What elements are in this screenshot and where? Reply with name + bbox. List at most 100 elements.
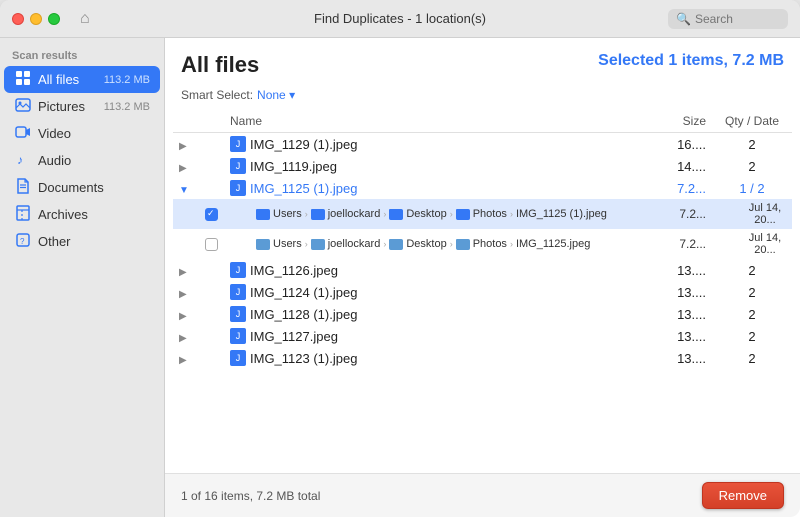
file-size: 16.... xyxy=(632,133,712,156)
archives-label: Archives xyxy=(38,207,150,222)
expand-icon[interactable]: ▼ xyxy=(179,185,189,196)
file-icon: J xyxy=(230,306,246,322)
file-qty: 2 xyxy=(712,281,792,303)
table-row[interactable]: ▶ J IMG_1129 (1).jpeg 16.... 2 xyxy=(173,133,792,156)
file-name: IMG_1127.jpeg xyxy=(250,329,338,344)
file-icon: J xyxy=(230,350,246,366)
file-size: 7.2... xyxy=(632,177,712,199)
file-name: IMG_1126.jpeg xyxy=(250,263,338,278)
minimize-button[interactable] xyxy=(30,13,42,25)
file-name: IMG_1125 (1).jpeg xyxy=(250,181,357,196)
table-row[interactable]: ▼ J IMG_1125 (1).jpeg 7.2... 1 / 2 xyxy=(173,177,792,199)
folder-icon xyxy=(256,239,270,250)
content-title-group: All files xyxy=(181,52,259,78)
path-segment: Users xyxy=(273,208,302,220)
col-name-header: Name xyxy=(224,110,632,133)
selected-info: Selected 1 items, 7.2 MB xyxy=(598,52,784,70)
traffic-lights xyxy=(12,13,60,25)
table-row[interactable]: ▶ J IMG_1127.jpeg 13.... 2 xyxy=(173,325,792,347)
row-checkbox[interactable] xyxy=(205,238,218,251)
path-separator: › xyxy=(450,209,453,219)
footer-info: 1 of 16 items, 7.2 MB total xyxy=(181,489,320,503)
close-button[interactable] xyxy=(12,13,24,25)
file-date: Jul 14, 20... xyxy=(712,199,792,229)
documents-icon xyxy=(14,178,32,197)
pictures-icon xyxy=(14,97,32,116)
file-table: Name Size Qty / Date ▶ J IMG_1129 (1).jp… xyxy=(173,110,792,369)
smart-select-dropdown[interactable]: None ▾ xyxy=(257,88,295,102)
home-icon[interactable]: ⌂ xyxy=(80,10,90,28)
folder-icon xyxy=(311,239,325,250)
path-separator: › xyxy=(450,239,453,249)
sidebar-item-documents[interactable]: Documents xyxy=(4,174,160,201)
file-name: IMG_1123 (1).jpeg xyxy=(250,351,357,366)
expand-icon[interactable]: ▶ xyxy=(179,333,187,344)
file-qty: 2 xyxy=(712,325,792,347)
folder-icon xyxy=(456,239,470,250)
audio-label: Audio xyxy=(38,153,150,168)
file-qty: 2 xyxy=(712,259,792,281)
file-size: 13.... xyxy=(632,259,712,281)
file-size: 14.... xyxy=(632,155,712,177)
search-box[interactable]: 🔍 xyxy=(668,9,788,29)
file-qty: 2 xyxy=(712,303,792,325)
file-name: IMG_1119.jpeg xyxy=(250,159,337,174)
pictures-label: Pictures xyxy=(38,99,98,114)
path-segment: Users xyxy=(273,238,302,250)
path-separator: › xyxy=(383,209,386,219)
file-size: 13.... xyxy=(632,347,712,369)
file-date: Jul 14, 20... xyxy=(712,229,792,259)
table-row[interactable]: ▶ J IMG_1126.jpeg 13.... 2 xyxy=(173,259,792,281)
file-icon: J xyxy=(230,262,246,278)
row-checkbox[interactable] xyxy=(205,208,218,221)
remove-button[interactable]: Remove xyxy=(702,482,784,509)
sidebar-item-pictures[interactable]: Pictures 113.2 MB xyxy=(4,93,160,120)
chevron-down-icon: ▾ xyxy=(289,88,295,102)
all-files-icon xyxy=(14,70,32,89)
expand-icon[interactable]: ▶ xyxy=(179,355,187,366)
path-separator: › xyxy=(305,239,308,249)
file-size: 13.... xyxy=(632,281,712,303)
sidebar-item-archives[interactable]: Archives xyxy=(4,201,160,228)
window-title: Find Duplicates - 1 location(s) xyxy=(314,11,486,26)
main-layout: Scan results All files 113.2 MB Pictures… xyxy=(0,38,800,517)
file-icon: J xyxy=(230,284,246,300)
file-size: 7.2... xyxy=(632,199,712,229)
file-size: 13.... xyxy=(632,325,712,347)
table-row[interactable]: ▶ J IMG_1128 (1).jpeg 13.... 2 xyxy=(173,303,792,325)
sidebar-item-video[interactable]: Video xyxy=(4,120,160,147)
footer: 1 of 16 items, 7.2 MB total Remove xyxy=(165,473,800,517)
table-row[interactable]: ▶ J IMG_1119.jpeg 14.... 2 xyxy=(173,155,792,177)
path-segment: Photos xyxy=(473,208,507,220)
file-qty: 2 xyxy=(712,347,792,369)
svg-text:?: ? xyxy=(20,237,25,246)
folder-icon xyxy=(389,209,403,220)
svg-text:♪: ♪ xyxy=(17,153,23,167)
table-row[interactable]: Users › joellockard › Desktop › Photos xyxy=(173,229,792,259)
smart-select-value: None xyxy=(257,88,286,102)
sidebar-item-other[interactable]: ? Other xyxy=(4,228,160,255)
maximize-button[interactable] xyxy=(48,13,60,25)
sidebar-item-all-files[interactable]: All files 113.2 MB xyxy=(4,66,160,93)
search-input[interactable] xyxy=(695,12,780,26)
file-size: 7.2... xyxy=(632,229,712,259)
expand-icon[interactable]: ▶ xyxy=(179,163,187,174)
table-row[interactable]: ▶ J IMG_1123 (1).jpeg 13.... 2 xyxy=(173,347,792,369)
path-segment: Desktop xyxy=(406,208,446,220)
file-qty: 1 / 2 xyxy=(712,177,792,199)
file-icon: J xyxy=(230,180,246,196)
table-row[interactable]: Users › joellockard › Desktop › Photos xyxy=(173,199,792,229)
audio-icon: ♪ xyxy=(14,151,32,170)
col-size-header: Size xyxy=(632,110,712,133)
file-size: 13.... xyxy=(632,303,712,325)
path-segment: joellockard xyxy=(328,208,381,220)
col-expand xyxy=(173,110,224,133)
file-table-container: Name Size Qty / Date ▶ J IMG_1129 (1).jp… xyxy=(165,110,800,473)
expand-icon[interactable]: ▶ xyxy=(179,311,187,322)
table-row[interactable]: ▶ J IMG_1124 (1).jpeg 13.... 2 xyxy=(173,281,792,303)
expand-icon[interactable]: ▶ xyxy=(179,267,187,278)
sidebar-item-audio[interactable]: ♪ Audio xyxy=(4,147,160,174)
expand-icon[interactable]: ▶ xyxy=(179,289,187,300)
expand-icon[interactable]: ▶ xyxy=(179,141,187,152)
file-icon: J xyxy=(230,158,246,174)
